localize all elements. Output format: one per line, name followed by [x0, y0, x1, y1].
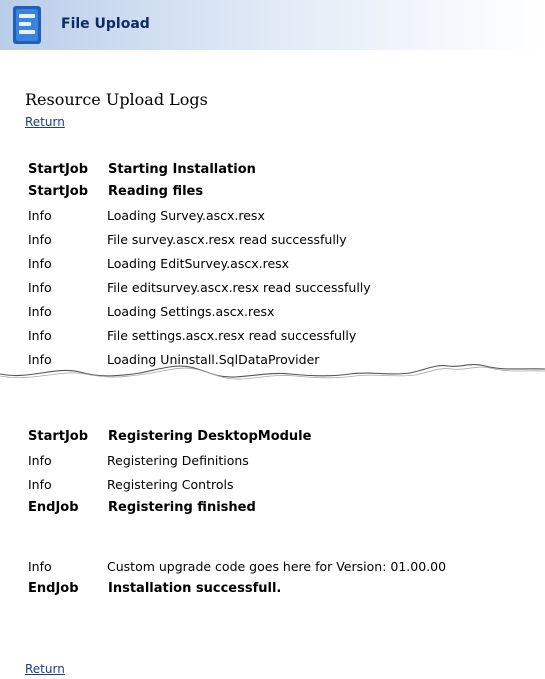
log-type: EndJob [28, 500, 79, 515]
log-message: Registering Controls [107, 477, 234, 492]
log-message: Registering DesktopModule [108, 429, 312, 444]
return-link-bottom[interactable]: Return [25, 662, 65, 676]
log-message: Custom upgrade code goes here for Versio… [107, 559, 447, 574]
log-type: Info [28, 304, 52, 319]
log-message: Loading Survey.ascx.resx [107, 208, 265, 223]
log-message: Reading files [108, 184, 204, 199]
log-type: Info [28, 280, 52, 295]
module-title: File Upload [61, 16, 150, 32]
log-type: StartJob [28, 184, 89, 199]
module-icon [13, 6, 41, 44]
log-type: Info [28, 328, 52, 343]
module-header: File Upload [0, 0, 545, 50]
page-break-tear [0, 364, 545, 380]
log-message: Registering Definitions [107, 453, 249, 468]
log-message: File settings.ascx.resx read successfull… [107, 328, 357, 343]
log-type: Info [28, 232, 52, 247]
log-message: Loading EditSurvey.ascx.resx [107, 256, 290, 271]
log-type: Info [28, 256, 52, 271]
log-message: File survey.ascx.resx read successfully [107, 232, 347, 247]
log-type: Info [28, 559, 52, 574]
log-type: Info [28, 453, 52, 468]
log-type: StartJob [28, 429, 89, 444]
log-message: Registering finished [108, 500, 256, 515]
log-message: Loading Settings.ascx.resx [107, 304, 275, 319]
return-link-top[interactable]: Return [25, 115, 65, 129]
log-message: Starting Installation [108, 162, 256, 177]
page-title: Resource Upload Logs [25, 90, 208, 109]
log-type: Info [28, 208, 52, 223]
log-type: StartJob [28, 162, 89, 177]
log-message: Installation successfull. [108, 581, 282, 596]
log-type: Info [28, 477, 52, 492]
log-message: File editsurvey.ascx.resx read successfu… [107, 280, 371, 295]
log-type: EndJob [28, 581, 79, 596]
